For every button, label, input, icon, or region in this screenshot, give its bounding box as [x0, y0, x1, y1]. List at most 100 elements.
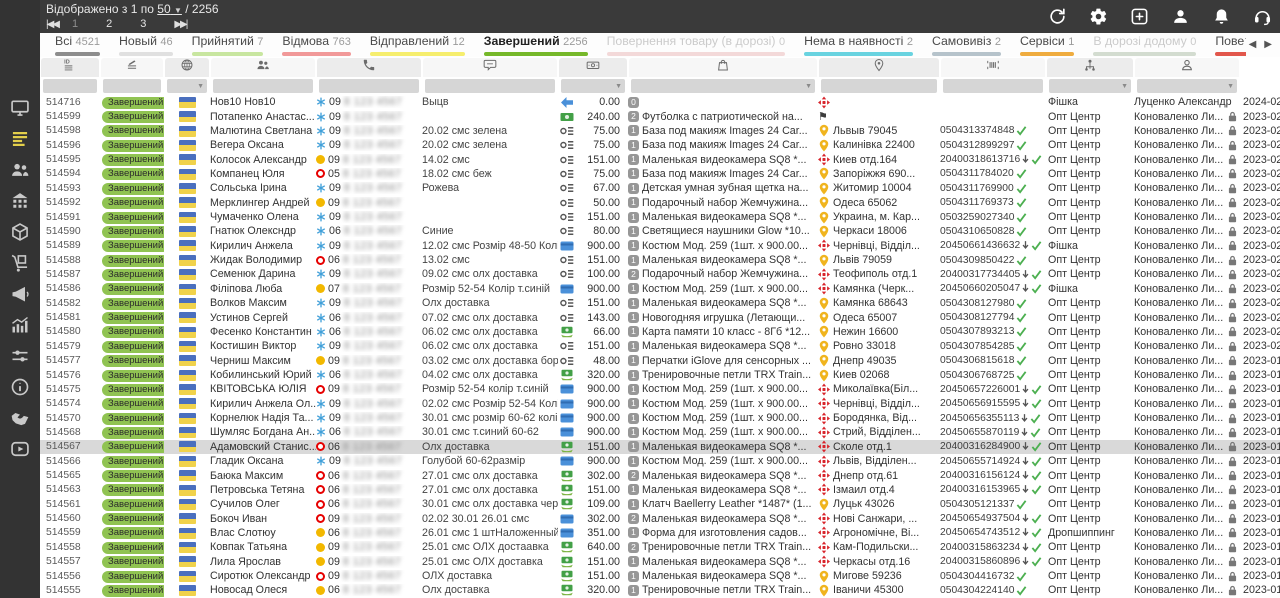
table-row[interactable]: 514574ЗавершенийКирилич Анжела Ол...098 …	[40, 397, 1280, 411]
column-header-location[interactable]	[819, 58, 939, 77]
tab-7[interactable]: Нема в наявності 2	[804, 33, 913, 57]
table-row[interactable]: 514590ЗавершенийГнатюк Олексндр068 123 4…	[40, 224, 1280, 238]
column-header-phone[interactable]	[317, 58, 421, 77]
table-row[interactable]: 514582ЗавершенийВолков Максим098 123 456…	[40, 296, 1280, 310]
tabs-scroll-left[interactable]: ◀	[1249, 39, 1257, 50]
page-size-dropdown[interactable]: 50 ▼	[157, 2, 182, 16]
table-row[interactable]: 514586ЗавершенийФіліпова Люба078 123 456…	[40, 282, 1280, 296]
last-page-button[interactable]: ▶▶|	[174, 19, 186, 30]
tab-3[interactable]: Відмова 763	[282, 33, 350, 57]
table-row[interactable]: 514716ЗавершенийНов10 Нов10098 123 4567В…	[40, 95, 1280, 109]
filter-id[interactable]	[43, 79, 97, 93]
sidebar-item-products[interactable]	[0, 220, 40, 248]
column-header-status[interactable]	[101, 58, 163, 77]
tab-5[interactable]: Завершений 2256	[484, 33, 588, 57]
country-flag-icon	[164, 355, 210, 367]
filter-phone[interactable]	[319, 79, 419, 93]
table-row[interactable]: 514599ЗавершенийПотапенко Анастас...098 …	[40, 109, 1280, 123]
filter-client[interactable]	[213, 79, 313, 93]
first-page-button[interactable]: |◀◀	[46, 19, 58, 30]
table-row[interactable]: 514589ЗавершенийКирилич Анжела098 123 45…	[40, 239, 1280, 253]
table-row[interactable]: 514577ЗавершенийЧерниш Максим098 123 456…	[40, 353, 1280, 367]
sidebar-item-purchases[interactable]	[0, 251, 40, 279]
tab-6[interactable]: Повернення товару (в дорозі) 0	[607, 33, 785, 57]
column-header-product[interactable]	[629, 58, 817, 77]
table-row[interactable]: 514591ЗавершенийЧумаченко Олена098 123 4…	[40, 210, 1280, 224]
table-row[interactable]: 514563ЗавершенийПетровська Тетяна068 123…	[40, 483, 1280, 497]
user-icon[interactable]	[1171, 7, 1190, 26]
sidebar-item-dashboard[interactable]	[0, 96, 40, 124]
column-header-channel[interactable]	[1047, 58, 1133, 77]
table-row[interactable]: 514559ЗавершенийВлас Слотюу068 123 45672…	[40, 526, 1280, 540]
sidebar-item-orders[interactable]	[0, 127, 40, 155]
sidebar-item-statistics[interactable]	[0, 313, 40, 341]
kyivstar-operator-icon	[316, 456, 326, 466]
column-header-manager[interactable]	[1135, 58, 1239, 77]
table-row[interactable]: 514594ЗавершенийКомпанец Юля058 123 4567…	[40, 167, 1280, 181]
sidebar-item-info[interactable]	[0, 375, 40, 403]
table-row[interactable]: 514581ЗавершенийУстинов Сергей068 123 45…	[40, 310, 1280, 324]
filter-product[interactable]: ▼	[631, 79, 815, 93]
tab-8[interactable]: Самовивіз 2	[932, 33, 1001, 57]
table-row[interactable]: 514556ЗавершенийСиротюк Олександр098 123…	[40, 569, 1280, 583]
tab-1[interactable]: Новый 46	[119, 33, 173, 57]
sidebar-item-settings[interactable]	[0, 344, 40, 372]
table-row[interactable]: 514598ЗавершенийМалютина Светлана098 123…	[40, 124, 1280, 138]
table-row[interactable]: 514566ЗавершенийГладик Оксана098 123 456…	[40, 454, 1280, 468]
sidebar-item-tutorials[interactable]	[0, 437, 40, 465]
table-row[interactable]: 514568ЗавершенийШумляс Богдана Ан...068 …	[40, 425, 1280, 439]
filter-source[interactable]: ▼	[167, 79, 207, 93]
tab-11[interactable]: Повернення (завершений) 125	[1215, 33, 1246, 57]
table-row[interactable]: 514575ЗавершенийКВІТОВСЬКА ЮЛІЯ098 123 4…	[40, 382, 1280, 396]
tab-0[interactable]: Всі 4521	[55, 33, 100, 57]
column-header-comment[interactable]	[423, 58, 557, 77]
bell-icon[interactable]	[1212, 7, 1231, 26]
table-row[interactable]: 514596ЗавершенийВегера Оксана098 123 456…	[40, 138, 1280, 152]
table-row[interactable]: 514576ЗавершенийКобилинський Юрий068 123…	[40, 368, 1280, 382]
table-row[interactable]: 514595ЗавершенийКолосок Александр098 123…	[40, 152, 1280, 166]
filter-location[interactable]	[821, 79, 937, 93]
filter-channel[interactable]: ▼	[1049, 79, 1131, 93]
filter-payment[interactable]: ▼	[561, 79, 625, 93]
table-row[interactable]: 514580ЗавершенийФесенко Константин068 12…	[40, 325, 1280, 339]
filter-comment[interactable]	[425, 79, 555, 93]
table-row[interactable]: 514588ЗавершенийЖидак Володимир068 123 4…	[40, 253, 1280, 267]
support-headset-icon[interactable]	[1253, 7, 1272, 26]
sidebar-item-partners[interactable]	[0, 406, 40, 434]
column-header-source[interactable]	[165, 58, 209, 77]
page-2-button[interactable]: 2	[106, 18, 112, 30]
table-row[interactable]: 514557ЗавершенийЛила Ярослав098 123 4567…	[40, 555, 1280, 569]
table-row[interactable]: 514567ЗавершенийАдамовский Станис...068 …	[40, 440, 1280, 454]
tab-2[interactable]: Прийнятий 7	[192, 33, 264, 57]
filter-tracking[interactable]	[943, 79, 1043, 93]
sidebar-item-clients[interactable]	[0, 158, 40, 186]
kyivstar-operator-icon	[316, 126, 326, 136]
column-header-id[interactable]: ID	[41, 58, 99, 77]
table-row[interactable]: 514555ЗавершенийНовосад Олеся068 123 456…	[40, 583, 1280, 597]
page-1-button[interactable]: 1	[72, 18, 78, 30]
table-row[interactable]: 514587ЗавершенийСеменюк Дарина098 123 45…	[40, 267, 1280, 281]
table-row[interactable]: 514560ЗавершенийБокоч Иван098 123 456702…	[40, 511, 1280, 525]
filter-manager[interactable]: ▼	[1137, 79, 1237, 93]
table-row[interactable]: 514565ЗавершенийБаюка Максим068 123 4567…	[40, 468, 1280, 482]
filter-status[interactable]	[103, 79, 161, 93]
page-3-button[interactable]: 3	[140, 18, 146, 30]
table-row[interactable]: 514561ЗавершенийСучилов Олег068 123 4567…	[40, 497, 1280, 511]
column-header-client[interactable]	[211, 58, 315, 77]
sidebar-item-company[interactable]	[0, 189, 40, 217]
tab-4[interactable]: Відправлений 12	[370, 33, 465, 57]
tabs-scroll-right[interactable]: ▶	[1264, 39, 1272, 50]
add-square-icon[interactable]	[1130, 7, 1149, 26]
table-row[interactable]: 514593ЗавершенийСольська Ірина098 123 45…	[40, 181, 1280, 195]
table-row[interactable]: 514558ЗавершенийКовпак Татьяна098 123 45…	[40, 540, 1280, 554]
column-header-payment[interactable]	[559, 58, 627, 77]
settings-gear-icon[interactable]	[1089, 7, 1108, 26]
column-header-tracking[interactable]	[941, 58, 1045, 77]
sidebar-item-marketing[interactable]	[0, 282, 40, 310]
tab-10[interactable]: В дорозі додому 0	[1093, 33, 1196, 57]
table-row[interactable]: 514592ЗавершенийМерклингер Андрей098 123…	[40, 196, 1280, 210]
tab-9[interactable]: Сервіси 1	[1020, 33, 1074, 57]
table-row[interactable]: 514579ЗавершенийКостишин Виктор098 123 4…	[40, 339, 1280, 353]
table-row[interactable]: 514570ЗавершенийКорнелюк Надія Та...098 …	[40, 411, 1280, 425]
refresh-icon[interactable]	[1048, 7, 1067, 26]
